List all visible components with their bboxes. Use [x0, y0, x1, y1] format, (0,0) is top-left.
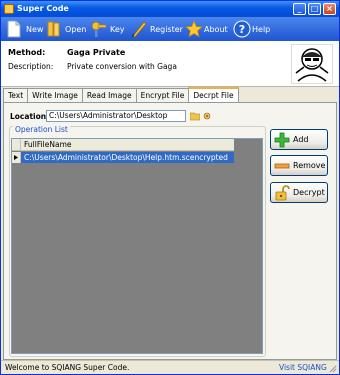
help-label: Help — [252, 24, 271, 34]
open-folder-icon — [46, 20, 62, 38]
method-label: Method: — [8, 48, 46, 57]
tab-strip: Text Write Image Read Image Encrypt File… — [3, 87, 239, 102]
method-value: Gaga Private — [67, 48, 126, 57]
tab-decrypt-file[interactable]: Decrpt File — [188, 87, 239, 102]
decrypt-label: Decrypt — [293, 188, 325, 197]
grid-header: FullFileName — [12, 139, 234, 151]
file-grid[interactable]: FullFileName C:\Users\Administrator\Desk… — [11, 138, 263, 354]
row-indicator — [12, 152, 21, 163]
status-bar: Welcome to SQIANG Super Code. Visit SQIA… — [1, 360, 339, 374]
add-button[interactable]: Add — [270, 129, 328, 150]
open-button[interactable]: Open — [46, 19, 86, 39]
minimize-button[interactable]: _ — [293, 3, 306, 15]
add-plus-icon — [274, 132, 290, 148]
about-button[interactable]: About — [185, 19, 228, 39]
method-info-panel: Method: Gaga Private Description: Privat… — [1, 41, 339, 87]
help-icon: ? — [233, 20, 251, 38]
resize-grip-icon[interactable] — [329, 365, 337, 373]
description-label: Description: — [8, 62, 54, 71]
new-document-icon — [7, 20, 23, 38]
maximize-button[interactable]: □ — [308, 3, 321, 15]
new-button[interactable]: New — [7, 19, 43, 39]
tab-write-image[interactable]: Write Image — [27, 88, 83, 102]
unlock-icon — [274, 184, 290, 201]
remove-label: Remove — [293, 161, 326, 170]
folder-icon — [189, 112, 201, 121]
location-input[interactable]: C:\Users\Administrator\Desktop — [46, 110, 186, 122]
register-pen-icon — [131, 20, 147, 38]
app-window: Super Code _ □ × New Open Key Register A… — [0, 0, 340, 375]
settings-icon — [203, 112, 211, 120]
close-button[interactable]: × — [323, 3, 336, 15]
remove-button[interactable]: Remove — [270, 155, 328, 176]
svg-text:?: ? — [239, 23, 245, 36]
row-arrow-icon — [14, 155, 18, 160]
tab-read-image[interactable]: Read Image — [81, 88, 137, 102]
location-label: Location: — [10, 112, 50, 121]
minimize-icon: _ — [297, 4, 302, 13]
window-title: Super Code — [17, 4, 69, 13]
refresh-location-button[interactable] — [202, 111, 212, 121]
status-message: Welcome to SQIANG Super Code. — [5, 363, 130, 372]
maximize-icon: □ — [310, 4, 319, 13]
close-icon: × — [326, 4, 333, 13]
visit-sqiang-link[interactable]: Visit SQIANG — [279, 363, 327, 372]
operation-list-title: Operation List — [13, 125, 70, 134]
key-icon — [91, 20, 107, 38]
star-icon — [185, 19, 203, 38]
grid-corner — [12, 139, 21, 151]
add-label: Add — [293, 135, 309, 144]
table-cell-filename[interactable]: C:\Users\Administrator\Desktop\Help.htm.… — [21, 152, 234, 163]
description-value: Private conversion with Gaga — [67, 62, 177, 71]
key-button[interactable]: Key — [91, 19, 125, 39]
key-label: Key — [110, 24, 125, 34]
help-button[interactable]: ? Help — [233, 19, 270, 39]
remove-minus-icon — [274, 158, 290, 174]
method-logo-image — [291, 44, 333, 84]
tab-encrypt-file[interactable]: Encrypt File — [135, 88, 190, 102]
register-button[interactable]: Register — [131, 19, 183, 39]
browse-folder-button[interactable] — [189, 111, 201, 121]
toolbar: New Open Key Register About ? Help — [1, 17, 339, 41]
new-label: New — [26, 24, 44, 34]
about-label: About — [204, 24, 228, 34]
table-row[interactable]: C:\Users\Administrator\Desktop\Help.htm.… — [12, 152, 234, 163]
decrypt-button[interactable]: Decrypt — [270, 182, 328, 203]
register-label: Register — [150, 24, 183, 34]
title-bar[interactable]: Super Code _ □ × — [1, 1, 339, 17]
column-header-fullfilename[interactable]: FullFileName — [21, 139, 72, 150]
tab-text[interactable]: Text — [3, 88, 29, 102]
open-label: Open — [65, 24, 87, 34]
app-icon — [4, 4, 14, 14]
